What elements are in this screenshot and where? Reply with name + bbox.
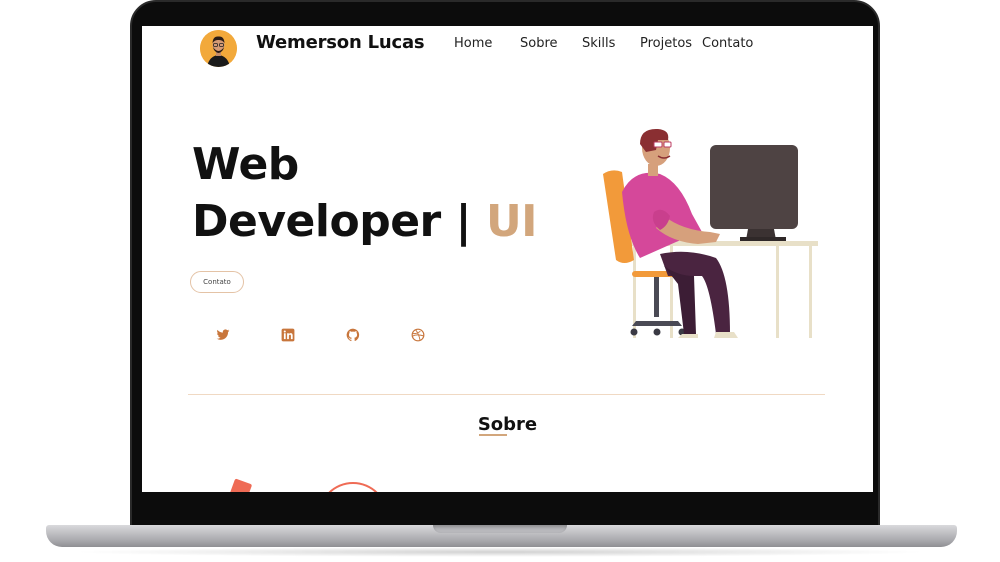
hero-title-accent: UI	[485, 196, 538, 247]
top-navbar: Wemerson Lucas Home Sobre Skills Projeto…	[142, 26, 873, 67]
hero-title: Web Developer | UI	[192, 136, 538, 250]
hero-title-main: Developer |	[192, 196, 472, 247]
laptop-shadow	[70, 547, 930, 557]
nav-link-contato[interactable]: Contato	[702, 36, 753, 51]
decorative-circle	[318, 482, 388, 492]
hero-title-line1: Web	[192, 139, 299, 190]
nav-link-home[interactable]: Home	[454, 36, 492, 51]
contact-button[interactable]: Contato	[190, 271, 244, 293]
hero-title-line2: Developer | UI	[192, 193, 538, 250]
section-divider	[188, 394, 825, 395]
decorative-shape	[229, 478, 253, 492]
developer-illustration	[598, 126, 830, 342]
linkedin-icon[interactable]	[281, 328, 295, 342]
section-title-underline	[479, 434, 507, 436]
brand-name[interactable]: Wemerson Lucas	[256, 32, 425, 53]
nav-link-sobre[interactable]: Sobre	[520, 36, 558, 51]
website-screen: Wemerson Lucas Home Sobre Skills Projeto…	[142, 26, 873, 492]
nav-link-skills[interactable]: Skills	[582, 36, 615, 51]
avatar[interactable]	[200, 30, 237, 67]
dribbble-icon[interactable]	[411, 328, 425, 342]
section-title-sobre: Sobre	[477, 414, 538, 435]
nav-link-projetos[interactable]: Projetos	[640, 36, 692, 51]
github-icon[interactable]	[346, 328, 360, 342]
twitter-icon[interactable]	[216, 328, 230, 342]
laptop-hinge-notch	[433, 525, 567, 533]
